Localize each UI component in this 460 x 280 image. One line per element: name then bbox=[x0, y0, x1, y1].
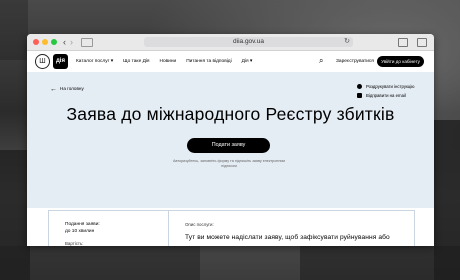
time-label: Подання заяви: bbox=[65, 222, 100, 227]
back-nav-icon[interactable]: ‹ bbox=[63, 37, 66, 47]
menu-item-diia[interactable]: Дія ▾ bbox=[242, 59, 253, 64]
menu-item-about[interactable]: Що таке Дія bbox=[123, 59, 149, 64]
site-header: Ш дія Каталог послуг ▾ Що таке Дія Новин… bbox=[27, 51, 434, 73]
menu-item-catalog[interactable]: Каталог послуг ▾ bbox=[76, 59, 113, 64]
cost-label: Вартість: bbox=[65, 241, 84, 246]
main-menu: Каталог послуг ▾ Що таке Дія Новини Пита… bbox=[76, 59, 262, 64]
register-link[interactable]: Зареєструватися bbox=[336, 59, 374, 64]
hero-section: ← На головну Роздрукувати інструкцію Відп… bbox=[27, 72, 434, 208]
address-bar[interactable]: diia.gov.ua ↻ bbox=[144, 37, 353, 47]
forward-nav-icon[interactable]: › bbox=[70, 37, 73, 47]
side-links: Роздрукувати інструкцію Відправити на em… bbox=[357, 84, 415, 102]
send-email-label: Відправити на email bbox=[366, 93, 406, 98]
trident-icon[interactable]: Ш bbox=[35, 54, 50, 69]
search-icon[interactable]: ⌕ bbox=[319, 57, 323, 65]
menu-item-faq[interactable]: Питання та відповіді bbox=[186, 59, 231, 64]
browser-toolbar: ‹ › diia.gov.ua ↻ bbox=[27, 34, 434, 51]
time-value: до 10 хвилин bbox=[65, 229, 95, 234]
print-instructions-label: Роздрукувати інструкцію bbox=[366, 84, 415, 89]
share-icon[interactable] bbox=[398, 38, 408, 47]
print-icon bbox=[357, 84, 362, 89]
service-meta: Подання заяви: до 10 хвилин Вартість: bbox=[49, 211, 169, 246]
reload-icon[interactable]: ↻ bbox=[344, 37, 350, 47]
browser-window: ‹ › diia.gov.ua ↻ Ш дія Каталог послуг ▾… bbox=[27, 34, 434, 246]
description-label: Опис послуги: bbox=[185, 222, 214, 227]
print-instructions-link[interactable]: Роздрукувати інструкцію bbox=[357, 84, 415, 89]
address-bar-url: diia.gov.ua bbox=[233, 38, 264, 45]
cabinet-button[interactable]: Увійти до кабінету bbox=[377, 56, 424, 67]
email-icon bbox=[357, 93, 362, 98]
submit-application-button[interactable]: Подати заяву bbox=[187, 138, 270, 153]
page-title: Заява до міжнародного Реєстру збитків bbox=[66, 104, 395, 124]
close-window-button[interactable] bbox=[33, 39, 39, 45]
tabs-icon[interactable] bbox=[417, 38, 427, 47]
description-text: Тут ви можете надіслати заяву, щоб зафік… bbox=[185, 234, 390, 241]
service-info-card: Подання заяви: до 10 хвилин Вартість: Оп… bbox=[48, 210, 415, 246]
diia-logo[interactable]: дія bbox=[53, 54, 68, 69]
send-email-link[interactable]: Відправити на email bbox=[357, 93, 415, 98]
sidebar-toggle-icon[interactable] bbox=[81, 37, 93, 47]
submit-note: Авторизуйтесь, заповніть форму та підпиш… bbox=[173, 159, 285, 168]
menu-item-news[interactable]: Новини bbox=[160, 59, 177, 64]
back-link-label: На головну bbox=[60, 86, 84, 91]
maximize-window-button[interactable] bbox=[51, 39, 57, 45]
minimize-window-button[interactable] bbox=[42, 39, 48, 45]
service-description: Опис послуги: Тут ви можете надіслати за… bbox=[169, 211, 414, 246]
back-link[interactable]: ← На головну bbox=[50, 86, 84, 93]
arrow-left-icon: ← bbox=[50, 86, 57, 93]
